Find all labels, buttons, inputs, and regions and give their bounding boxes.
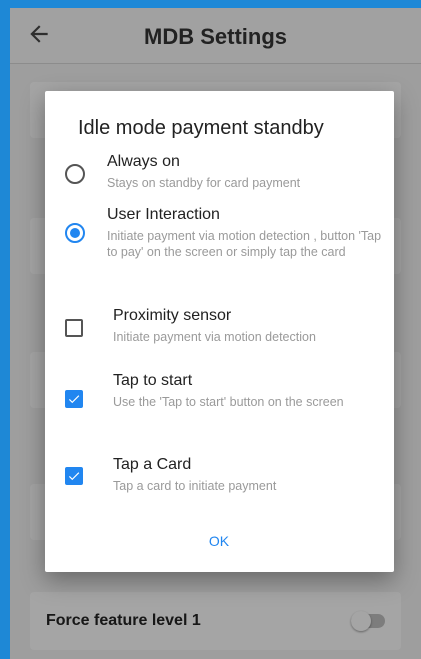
option-label: User Interaction xyxy=(107,206,220,223)
checkmark-icon xyxy=(68,472,80,481)
checkmark-icon xyxy=(68,395,80,404)
checkbox-checked[interactable] xyxy=(65,467,83,485)
radio-button-selected[interactable] xyxy=(65,223,85,243)
option-label: Proximity sensor xyxy=(113,307,232,324)
checkbox[interactable] xyxy=(65,319,83,337)
option-label: Tap to start xyxy=(113,372,193,389)
option-description: Initiate payment via motion detection , … xyxy=(107,229,382,259)
option-label: Tap a Card xyxy=(113,456,192,473)
option-description: Stays on standby for card payment xyxy=(107,176,301,190)
option-description: Tap a card to initiate payment xyxy=(113,479,277,493)
option-description: Initiate payment via motion detection xyxy=(113,330,316,344)
dialog-title: Idle mode payment standby xyxy=(78,117,324,139)
option-description: Use the 'Tap to start' button on the scr… xyxy=(113,395,344,409)
checkbox-checked[interactable] xyxy=(65,390,83,408)
payment-standby-dialog: Idle mode payment standby Always on Stay… xyxy=(45,91,394,572)
option-label: Always on xyxy=(107,153,180,170)
ok-button[interactable]: OK xyxy=(199,528,239,554)
radio-button[interactable] xyxy=(65,164,85,184)
